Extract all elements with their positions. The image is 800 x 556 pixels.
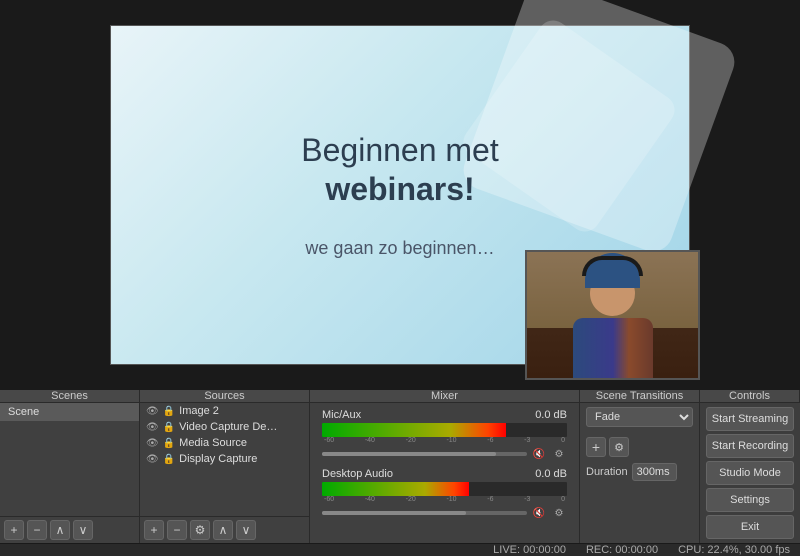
meter-labels: -60 -40 -20 -10 -6 -3 0 — [322, 437, 567, 444]
transition-add-button[interactable]: + — [586, 437, 606, 457]
scene-remove-button[interactable]: − — [27, 520, 47, 540]
source-add-button[interactable]: + — [144, 520, 164, 540]
person-figure — [527, 271, 698, 378]
desktop-controls: 🔇 ⚙ — [322, 505, 567, 521]
panel-content: Scene + − ∧ ∨ 👁 🔒 Image 2 👁 🔒 — [0, 403, 800, 543]
controls-panel: Start Streaming Start Recording Studio M… — [700, 403, 800, 543]
mic-settings-button[interactable]: ⚙ — [551, 446, 567, 462]
visibility-icon: 👁 — [146, 454, 159, 465]
settings-button[interactable]: Settings — [706, 488, 794, 512]
slide-subtitle: we gaan zo beginnen… — [305, 238, 494, 259]
sources-header: Sources — [140, 390, 310, 402]
lock-icon: 🔒 — [163, 438, 175, 449]
desktop-volume-slider[interactable] — [322, 511, 527, 515]
mic-mute-button[interactable]: 🔇 — [531, 446, 547, 462]
column-headers: Scenes Sources Mixer Scene Transitions C… — [0, 390, 800, 403]
sources-toolbar: + − ⚙ ∧ ∨ — [140, 516, 309, 543]
scene-add-button[interactable]: + — [4, 520, 24, 540]
visibility-icon: 👁 — [146, 406, 159, 417]
person-headphones — [582, 256, 643, 276]
source-item[interactable]: 👁 🔒 Media Source — [140, 435, 309, 451]
scenes-panel: Scene + − ∧ ∨ — [0, 403, 140, 543]
webcam-overlay — [525, 250, 700, 380]
transitions-panel: Fade + ⚙ Duration — [580, 403, 700, 543]
duration-input[interactable] — [632, 463, 677, 481]
cpu-status: CPU: 22.4%, 30.00 fps — [678, 544, 790, 556]
rec-status: REC: 00:00:00 — [586, 544, 658, 556]
slide-title: Beginnen met webinars! — [301, 131, 498, 208]
visibility-icon: 👁 — [146, 438, 159, 449]
status-bar: LIVE: 00:00:00 REC: 00:00:00 CPU: 22.4%,… — [0, 543, 800, 556]
mic-meter-fill — [322, 423, 506, 437]
mixer-header: Mixer — [310, 390, 580, 402]
scene-item[interactable]: Scene — [0, 403, 139, 421]
mic-slider-fill — [322, 452, 496, 456]
transitions-controls: Fade — [586, 407, 693, 433]
lock-icon: 🔒 — [163, 422, 175, 433]
source-remove-button[interactable]: − — [167, 520, 187, 540]
sources-panel: 👁 🔒 Image 2 👁 🔒 Video Capture De… 👁 🔒 Me… — [140, 403, 310, 543]
mic-volume-slider[interactable] — [322, 452, 527, 456]
mixer-channel-mic: Mic/Aux 0.0 dB -60 -40 -20 -10 -6 -3 0 — [316, 407, 573, 464]
person-head — [590, 271, 635, 316]
source-item[interactable]: 👁 🔒 Image 2 — [140, 403, 309, 419]
desktop-meter — [322, 482, 567, 496]
scenes-header: Scenes — [0, 390, 140, 402]
source-up-button[interactable]: ∧ — [213, 520, 233, 540]
duration-row: Duration — [586, 463, 693, 481]
desktop-meter-fill — [322, 482, 469, 496]
transitions-header: Scene Transitions — [580, 390, 700, 402]
mic-controls: 🔇 ⚙ — [322, 446, 567, 462]
meter-labels-2: -60 -40 -20 -10 -6 -3 0 — [322, 496, 567, 503]
controls-header: Controls — [700, 390, 800, 402]
webcam-feed — [527, 252, 698, 378]
scenes-toolbar: + − ∧ ∨ — [0, 516, 139, 543]
mixer-channel-desktop: Desktop Audio 0.0 dB -60 -40 -20 -10 -6 … — [316, 466, 573, 523]
slide-title-line1: Beginnen met — [301, 132, 498, 168]
visibility-icon: 👁 — [146, 422, 159, 433]
live-status: LIVE: 00:00:00 — [493, 544, 566, 556]
transition-buttons: + ⚙ — [586, 437, 693, 457]
desktop-slider-fill — [322, 511, 466, 515]
scene-down-button[interactable]: ∨ — [73, 520, 93, 540]
preview-area: Beginnen met webinars! we gaan zo beginn… — [0, 0, 800, 390]
bottom-panel: Scenes Sources Mixer Scene Transitions C… — [0, 390, 800, 544]
start-streaming-button[interactable]: Start Streaming — [706, 407, 794, 431]
slide-title-line2: webinars! — [325, 171, 474, 207]
lock-icon: 🔒 — [163, 406, 175, 417]
start-recording-button[interactable]: Start Recording — [706, 434, 794, 458]
sources-list: 👁 🔒 Image 2 👁 🔒 Video Capture De… 👁 🔒 Me… — [140, 403, 309, 516]
source-settings-button[interactable]: ⚙ — [190, 520, 210, 540]
scenes-list: Scene — [0, 403, 139, 516]
mixer-panel: Mic/Aux 0.0 dB -60 -40 -20 -10 -6 -3 0 — [310, 403, 580, 543]
transition-type-select[interactable]: Fade — [586, 407, 693, 427]
scene-up-button[interactable]: ∧ — [50, 520, 70, 540]
source-item[interactable]: 👁 🔒 Display Capture — [140, 451, 309, 467]
desktop-mute-button[interactable]: 🔇 — [531, 505, 547, 521]
studio-mode-button[interactable]: Studio Mode — [706, 461, 794, 485]
source-item[interactable]: 👁 🔒 Video Capture De… — [140, 419, 309, 435]
person-torso — [573, 318, 653, 378]
source-down-button[interactable]: ∨ — [236, 520, 256, 540]
lock-icon: 🔒 — [163, 454, 175, 465]
mic-meter — [322, 423, 567, 437]
exit-button[interactable]: Exit — [706, 515, 794, 539]
transition-settings-button[interactable]: ⚙ — [609, 437, 629, 457]
desktop-settings-button[interactable]: ⚙ — [551, 505, 567, 521]
